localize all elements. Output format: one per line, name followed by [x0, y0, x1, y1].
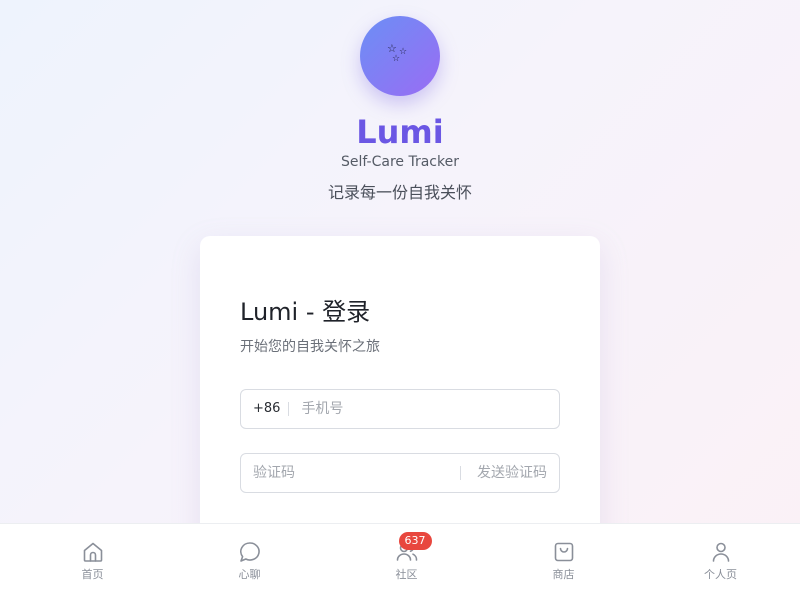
nav-item-chat[interactable]: 心聊	[171, 524, 328, 600]
code-field: 发送验证码	[240, 453, 560, 493]
nav-label-shop: 商店	[552, 568, 575, 581]
nav-label-chat: 心聊	[238, 568, 261, 581]
nav-item-shop[interactable]: 商店	[485, 524, 642, 600]
nav-label-profile: 个人页	[704, 568, 737, 581]
nav-item-profile[interactable]: 个人页	[642, 524, 799, 600]
bottom-nav: 首页 心聊 637 社区 商店 个人页	[0, 523, 800, 600]
send-code-button[interactable]: 发送验证码	[460, 466, 559, 480]
phone-field: +86	[240, 389, 560, 429]
app-name: Lumi	[356, 113, 444, 151]
app-tagline: 记录每一份自我关怀	[327, 183, 472, 202]
nav-item-home[interactable]: 首页	[14, 524, 171, 600]
home-icon	[83, 542, 102, 562]
shopping-bag-icon	[554, 542, 573, 562]
chat-bubble-icon	[239, 542, 260, 562]
app-subtitle: Self-Care Tracker	[341, 154, 459, 170]
app-logo: ☆ ☆ ☆	[360, 16, 440, 96]
country-code-prefix[interactable]: +86	[241, 402, 290, 416]
user-icon	[712, 542, 729, 562]
login-subtitle: 开始您的自我关怀之旅	[240, 339, 380, 355]
nav-item-community[interactable]: 637 社区	[328, 524, 485, 600]
notification-badge: 637	[398, 532, 432, 550]
phone-input[interactable]	[289, 390, 559, 428]
stars-icon: ☆ ☆ ☆	[387, 42, 408, 64]
verification-code-input[interactable]	[241, 454, 460, 492]
nav-label-community: 社区	[395, 568, 418, 581]
login-title: Lumi - 登录	[240, 298, 371, 326]
nav-label-home: 首页	[81, 568, 104, 581]
